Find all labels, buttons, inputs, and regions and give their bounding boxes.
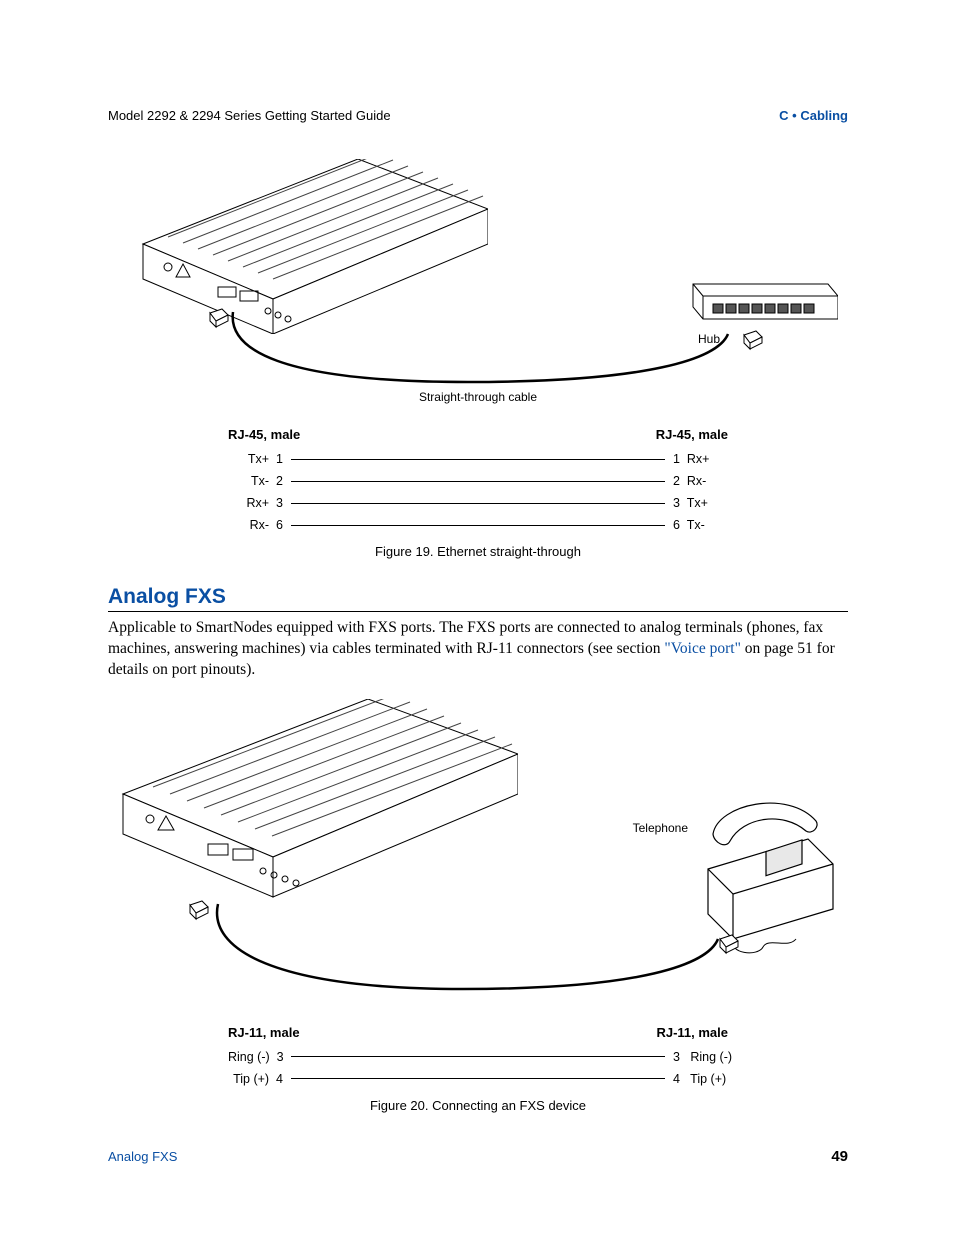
pin-row: Tx+ 1 1 Rx+ [228,448,728,470]
pin-row: Rx- 6 6 Tx- [228,514,728,536]
rj11-plug-right-icon [718,933,740,960]
right-connector-type: RJ-45, male [656,427,728,442]
voice-port-link[interactable]: "Voice port" [664,640,741,657]
pin-row: Ring (-) 3 3 Ring (-) [228,1046,728,1068]
section-rule [108,611,848,612]
phone-cable-icon [203,894,723,1004]
running-footer: Analog FXS 49 [108,1148,848,1165]
header-guide-title: Model 2292 & 2294 Series Getting Started… [108,108,391,123]
section-body: Applicable to SmartNodes equipped with F… [108,618,848,681]
cable-type-label: Straight-through cable [108,390,848,404]
left-connector-type: RJ-11, male [228,1025,300,1040]
figure-20-illustration: Telephone [108,699,848,1017]
pin-row: Tip (+) 4 4 Tip (+) [228,1068,728,1090]
pin-row: Tx- 2 2 Rx- [228,470,728,492]
header-chapter: C • Cabling [779,108,848,123]
footer-page-number: 49 [831,1148,848,1165]
smartnode-device-icon [108,699,518,899]
figure-20-pinout: RJ-11, male RJ-11, male Ring (-) 3 3 Rin… [228,1025,728,1090]
rj11-plug-left-icon [188,899,210,926]
figure-19-illustration: Hub Straight-through cable [108,159,848,419]
pin-row: Rx+ 3 3 Tx+ [228,492,728,514]
figure-19-caption: Figure 19. Ethernet straight-through [108,544,848,559]
rj45-plug-left-icon [208,307,230,334]
ethernet-cable-icon [218,304,738,394]
figure-20-caption: Figure 20. Connecting an FXS device [108,1098,848,1113]
footer-section-name: Analog FXS [108,1149,177,1164]
page: Model 2292 & 2294 Series Getting Started… [0,0,954,1235]
figure-19: Hub Straight-through cable RJ-45, male R… [108,159,848,559]
telephone-label: Telephone [633,821,688,835]
running-header: Model 2292 & 2294 Series Getting Started… [108,108,848,123]
figure-19-pinout: RJ-45, male RJ-45, male Tx+ 1 1 Rx+ Tx- … [228,427,728,536]
right-connector-type: RJ-11, male [656,1025,728,1040]
figure-20: Telephone [108,699,848,1113]
left-connector-type: RJ-45, male [228,427,300,442]
rj45-plug-right-icon [742,329,764,356]
section-heading-analog-fxs: Analog FXS [108,585,848,609]
